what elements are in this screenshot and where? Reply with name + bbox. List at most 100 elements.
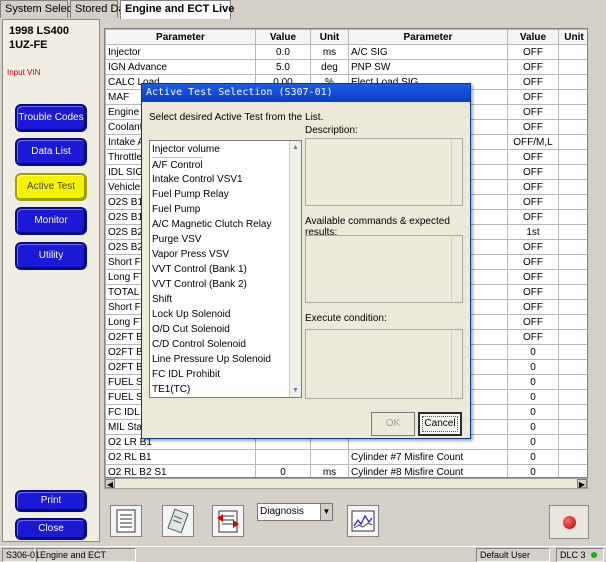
data-list-view-icon[interactable] <box>110 505 142 537</box>
value-cell-2: OFF <box>507 329 559 345</box>
diagnosis-select-value: Diagnosis <box>260 506 304 517</box>
list-scrollbar[interactable]: ▲ ▼ <box>289 141 301 397</box>
active-test-item[interactable]: Intake Control VSV1 <box>152 172 243 187</box>
value-cell: 0 <box>255 464 311 477</box>
scroll-down-icon[interactable]: ▼ <box>290 385 301 396</box>
active-test-item[interactable]: Purge VSV <box>152 232 201 247</box>
active-test-item[interactable]: Fuel Pump Relay <box>152 187 229 202</box>
value-cell-2: OFF <box>507 284 559 300</box>
value-cell-2: 0 <box>507 404 559 420</box>
condition-scrollbar[interactable] <box>451 330 462 398</box>
scroll-left-icon[interactable]: ◀ <box>105 479 115 489</box>
unit-cell-2 <box>558 269 587 285</box>
value-cell-2: OFF <box>507 89 559 105</box>
tab-engine-ect-live[interactable]: Engine and ECT Live <box>120 0 234 19</box>
unit-cell-2 <box>558 224 587 240</box>
description-scrollbar[interactable] <box>451 139 462 205</box>
commands-scrollbar[interactable] <box>451 236 462 302</box>
value-cell-2: OFF <box>507 74 559 90</box>
active-test-item[interactable]: VVT Control (Bank 2) <box>152 277 247 292</box>
value-cell-2: 0 <box>507 434 559 450</box>
trouble-codes-button[interactable]: Trouble Codes <box>15 104 87 132</box>
param-cell: Injector <box>105 44 256 60</box>
active-test-item[interactable]: O/D Cut Solenoid <box>152 322 230 337</box>
value-cell: 0.0 <box>255 44 311 60</box>
active-test-item[interactable]: TE1(TC) <box>152 382 190 397</box>
col-header-unit-2[interactable]: Unit <box>558 29 587 45</box>
scroll-right-icon[interactable]: ▶ <box>577 479 587 489</box>
unit-cell: deg <box>310 59 349 75</box>
record-button[interactable] <box>549 505 589 539</box>
tab-system-select[interactable]: System Select <box>0 0 75 18</box>
col-header-unit[interactable]: Unit <box>310 29 349 45</box>
left-panel: 1998 LS400 1UZ-FE Input VIN Trouble Code… <box>2 19 100 542</box>
value-cell-2: OFF <box>507 269 559 285</box>
active-test-item[interactable]: Fuel Pump <box>152 202 200 217</box>
value-cell-2: OFF <box>507 209 559 225</box>
value-cell-2: OFF <box>507 59 559 75</box>
value-cell-2: 0 <box>507 464 559 477</box>
unit-cell-2 <box>558 449 587 465</box>
active-test-list[interactable]: Injector volume A/F Control Intake Control… <box>149 140 302 398</box>
status-user: Default User <box>476 548 550 562</box>
param-cell-2: Cylinder #7 Misfire Count <box>348 449 508 465</box>
param-cell: O2 RL B1 <box>105 449 256 465</box>
tab-bar: System Select Stored Data Engine and ECT… <box>0 0 606 19</box>
unit-cell-2 <box>558 59 587 75</box>
active-test-item[interactable]: A/C Magnetic Clutch Relay <box>152 217 272 232</box>
cancel-button[interactable]: Cancel <box>418 412 462 436</box>
unit-cell-2 <box>558 134 587 150</box>
close-button[interactable]: Close <box>15 518 87 540</box>
value-cell-2: 0 <box>507 359 559 375</box>
col-header-value[interactable]: Value <box>255 29 311 45</box>
active-test-item[interactable]: Line Pressure Up Solenoid <box>152 352 271 367</box>
active-test-item[interactable]: Lock Up Solenoid <box>152 307 230 322</box>
unit-cell-2 <box>558 74 587 90</box>
active-test-item[interactable]: Injector volume <box>152 142 220 157</box>
unit-cell-2 <box>558 239 587 255</box>
graph-view-icon[interactable] <box>347 505 379 537</box>
col-header-value-2[interactable]: Value <box>507 29 559 45</box>
active-test-item[interactable]: Vapor Press VSV <box>152 247 229 262</box>
commands-pane <box>305 235 463 303</box>
unit-cell-2 <box>558 329 587 345</box>
unit-cell: ms <box>310 44 349 60</box>
unit-cell-2 <box>558 299 587 315</box>
input-vin-link[interactable]: Input VIN <box>7 68 40 77</box>
active-test-item[interactable]: Shift <box>152 292 172 307</box>
active-test-item[interactable]: A/F Control <box>152 157 203 172</box>
scroll-up-icon[interactable]: ▲ <box>290 142 301 153</box>
unit-cell-2 <box>558 314 587 330</box>
cancel-button-label: Cancel <box>422 416 458 432</box>
chevron-down-icon[interactable]: ▼ <box>320 504 332 520</box>
value-cell-2: OFF/M,L <box>507 134 559 150</box>
col-header-parameter-2[interactable]: Parameter <box>348 29 508 45</box>
print-button[interactable]: Print <box>15 490 87 512</box>
unit-cell <box>310 449 349 465</box>
unit-cell-2 <box>558 149 587 165</box>
tab-stored-data[interactable]: Stored Data <box>70 0 134 18</box>
unit-cell-2 <box>558 404 587 420</box>
value-cell-2: OFF <box>507 314 559 330</box>
record-icon <box>563 516 576 529</box>
data-list-button[interactable]: Data List <box>15 138 87 166</box>
col-header-parameter[interactable]: Parameter <box>105 29 256 45</box>
ok-button[interactable]: OK <box>371 412 415 436</box>
active-test-item[interactable]: FC IDL Prohibit <box>152 367 220 382</box>
active-test-item[interactable]: C/D Control Solenoid <box>152 337 246 352</box>
record-data-icon[interactable] <box>212 505 244 537</box>
active-test-dialog: Active Test Selection (S307-01) Select d… <box>141 83 471 439</box>
unit-cell-2 <box>558 119 587 135</box>
utility-button[interactable]: Utility <box>15 242 87 270</box>
monitor-button[interactable]: Monitor <box>15 207 87 235</box>
execute-condition-label: Execute condition: <box>305 313 387 324</box>
vehicle-engine: 1UZ-FE <box>9 39 48 51</box>
horizontal-scrollbar[interactable]: ◀ ▶ <box>104 478 588 489</box>
diagnosis-select[interactable]: Diagnosis ▼ <box>257 503 333 521</box>
unit-cell-2 <box>558 44 587 60</box>
active-test-button[interactable]: Active Test <box>15 173 87 201</box>
active-test-item[interactable]: VVT Control (Bank 1) <box>152 262 247 277</box>
param-cell: IGN Advance <box>105 59 256 75</box>
status-screen-code: S306-01 <box>2 548 40 562</box>
snapshot-icon[interactable] <box>162 505 194 537</box>
